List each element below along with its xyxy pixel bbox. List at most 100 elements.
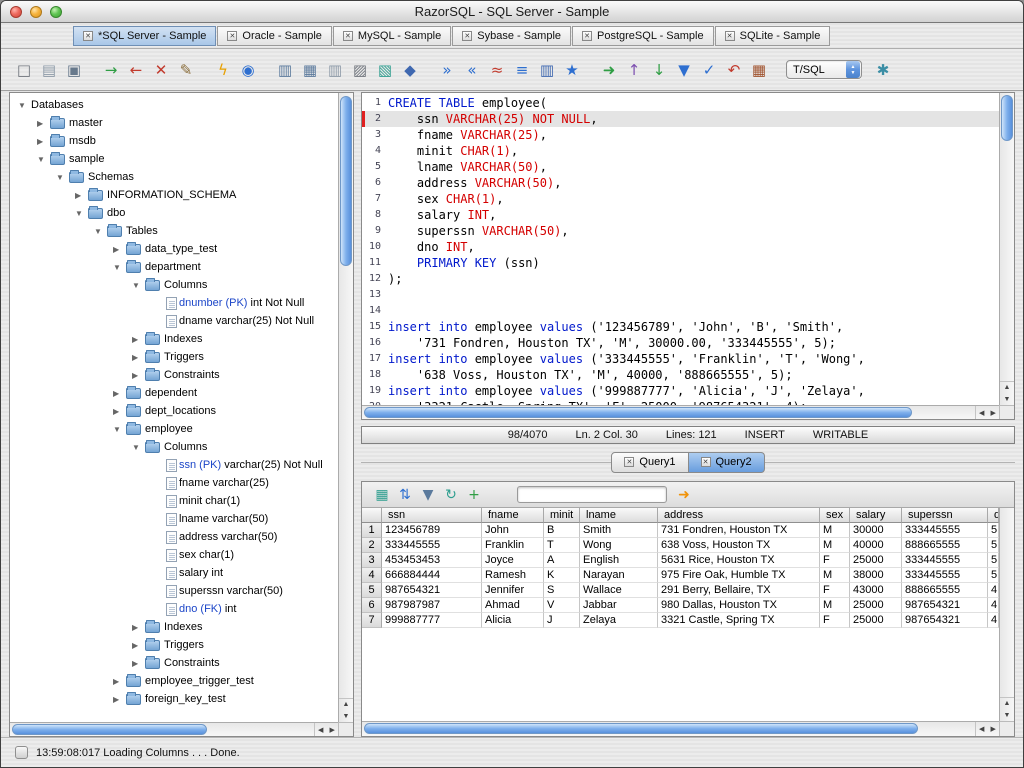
zoom-window-button[interactable] [50, 6, 62, 18]
table-cell[interactable]: 5 [988, 538, 999, 553]
table-cell[interactable]: 638 Voss, Houston TX [658, 538, 820, 553]
table-cell[interactable]: K [544, 568, 580, 583]
editor-line[interactable]: 1 CREATE TABLE employee( [362, 95, 999, 111]
disclosure-triangle-icon[interactable] [113, 425, 126, 434]
connection-tab[interactable]: Oracle - Sample [217, 26, 331, 46]
connection-tab[interactable]: Sybase - Sample [452, 26, 571, 46]
table-cell[interactable]: Alicia [482, 613, 544, 628]
table-cell[interactable]: 987654321 [382, 583, 482, 598]
run-script-icon[interactable]: ➜ [598, 59, 620, 81]
table-cell[interactable]: 5 [988, 553, 999, 568]
bookmark-icon[interactable]: ★ [561, 59, 583, 81]
editor-vertical-scrollbar[interactable] [999, 93, 1014, 405]
editor-line[interactable]: 11 PRIMARY KEY (ssn) [362, 255, 999, 271]
table-cell[interactable]: 453453453 [382, 553, 482, 568]
format-sql-icon[interactable]: ≈ [486, 59, 508, 81]
close-window-button[interactable] [10, 6, 22, 18]
editor-line[interactable]: 5 lname VARCHAR(50), [362, 159, 999, 175]
tree-item[interactable]: foreign_key_test [10, 690, 338, 708]
column-header[interactable]: sex [820, 508, 850, 523]
database-browser-icon[interactable]: ▧ [374, 59, 396, 81]
tree-item[interactable]: Constraints [10, 366, 338, 384]
query-tab[interactable]: Query1 [611, 452, 688, 473]
export-icon[interactable]: ▥ [274, 59, 296, 81]
table-cell[interactable]: B [544, 523, 580, 538]
tree-item[interactable]: master [10, 114, 338, 132]
undo-icon[interactable]: ↶ [723, 59, 745, 81]
disclosure-triangle-icon[interactable] [75, 209, 88, 218]
table-cell[interactable]: Jennifer [482, 583, 544, 598]
scrollbar-arrow-buttons[interactable] [1000, 381, 1014, 405]
column-header[interactable]: lname [580, 508, 658, 523]
editor-line[interactable]: 14 [362, 303, 999, 319]
tree-item[interactable]: dependent [10, 384, 338, 402]
table-cell[interactable]: Ahmad [482, 598, 544, 613]
disclosure-triangle-icon[interactable] [132, 659, 145, 668]
tree-vertical-scrollbar[interactable] [338, 93, 353, 722]
column-header[interactable]: address [658, 508, 820, 523]
column-header[interactable] [362, 508, 382, 523]
editor-line[interactable]: 2 ssn VARCHAR(25) NOT NULL, [362, 111, 999, 127]
tree-item[interactable]: dept_locations [10, 402, 338, 420]
tree-item[interactable]: Indexes [10, 618, 338, 636]
row-number-cell[interactable]: 6 [362, 598, 382, 613]
gears-icon[interactable]: ✱ [872, 59, 894, 81]
row-number-cell[interactable]: 7 [362, 613, 382, 628]
tree-item[interactable]: minit char(1) [10, 492, 338, 510]
table-cell[interactable]: Ramesh [482, 568, 544, 583]
table-cell[interactable]: Wallace [580, 583, 658, 598]
previous-query-icon[interactable]: ↑ [623, 59, 645, 81]
table-cell[interactable]: 987987987 [382, 598, 482, 613]
scrollbar-arrow-buttons[interactable] [975, 722, 999, 736]
minimize-window-button[interactable] [30, 6, 42, 18]
disclosure-triangle-icon[interactable] [132, 371, 145, 380]
disclosure-triangle-icon[interactable] [132, 443, 145, 452]
tree-item[interactable]: Columns [10, 276, 338, 294]
disconnect-icon[interactable]: ← [125, 59, 147, 81]
table-cell[interactable]: M [820, 523, 850, 538]
table-cell[interactable]: 4 [988, 613, 999, 628]
check-syntax-icon[interactable]: ✓ [698, 59, 720, 81]
editor-line[interactable]: 9 superssn VARCHAR(50), [362, 223, 999, 239]
table-cell[interactable]: F [820, 583, 850, 598]
scrollbar-thumb[interactable] [1001, 95, 1013, 141]
table-cell[interactable]: 25000 [850, 553, 902, 568]
table-cell[interactable]: 3321 Castle, Spring TX [658, 613, 820, 628]
tree-item[interactable]: Constraints [10, 654, 338, 672]
table-cell[interactable]: 980 Dallas, Houston TX [658, 598, 820, 613]
tree-item[interactable]: salary int [10, 564, 338, 582]
tree-item[interactable]: INFORMATION_SCHEMA [10, 186, 338, 204]
row-number-cell[interactable]: 4 [362, 568, 382, 583]
scrollbar-arrow-buttons[interactable] [339, 698, 353, 722]
tree-item[interactable]: Columns [10, 438, 338, 456]
save-file-icon[interactable]: ▣ [63, 59, 85, 81]
tree-item[interactable]: dbo [10, 204, 338, 222]
copy-icon[interactable]: ▥ [324, 59, 346, 81]
edit-connection-icon[interactable]: ✎ [175, 59, 197, 81]
tree-item[interactable]: Triggers [10, 636, 338, 654]
column-header[interactable]: superssn [902, 508, 988, 523]
editor-line[interactable]: 17 insert into employee values ('3334455… [362, 351, 999, 367]
tree-item[interactable]: dno (FK) int [10, 600, 338, 618]
paste-icon[interactable]: ▨ [349, 59, 371, 81]
stepper-icon[interactable] [846, 61, 860, 78]
tree-item[interactable]: superssn varchar(50) [10, 582, 338, 600]
tree-item[interactable]: address varchar(50) [10, 528, 338, 546]
tree-item[interactable]: dname varchar(25) Not Null [10, 312, 338, 330]
disclosure-triangle-icon[interactable] [113, 407, 126, 416]
fetch-more-icon[interactable]: ▼ [673, 59, 695, 81]
disclosure-triangle-icon[interactable] [113, 389, 126, 398]
table-cell[interactable]: 333445555 [382, 538, 482, 553]
tree-item[interactable]: department [10, 258, 338, 276]
editor-line[interactable]: 15 insert into employee values ('1234567… [362, 319, 999, 335]
table-cell[interactable]: S [544, 583, 580, 598]
tab-close-icon[interactable] [624, 457, 634, 467]
query-scheduler-icon[interactable]: ▦ [748, 59, 770, 81]
tree-item[interactable]: employee_trigger_test [10, 672, 338, 690]
table-cell[interactable]: Franklin [482, 538, 544, 553]
disclosure-triangle-icon[interactable] [132, 641, 145, 650]
editor-line[interactable]: 3 fname VARCHAR(25), [362, 127, 999, 143]
tree-item[interactable]: Triggers [10, 348, 338, 366]
table-cell[interactable]: 987654321 [902, 613, 988, 628]
title-bar[interactable]: RazorSQL - SQL Server - Sample [1, 1, 1023, 23]
